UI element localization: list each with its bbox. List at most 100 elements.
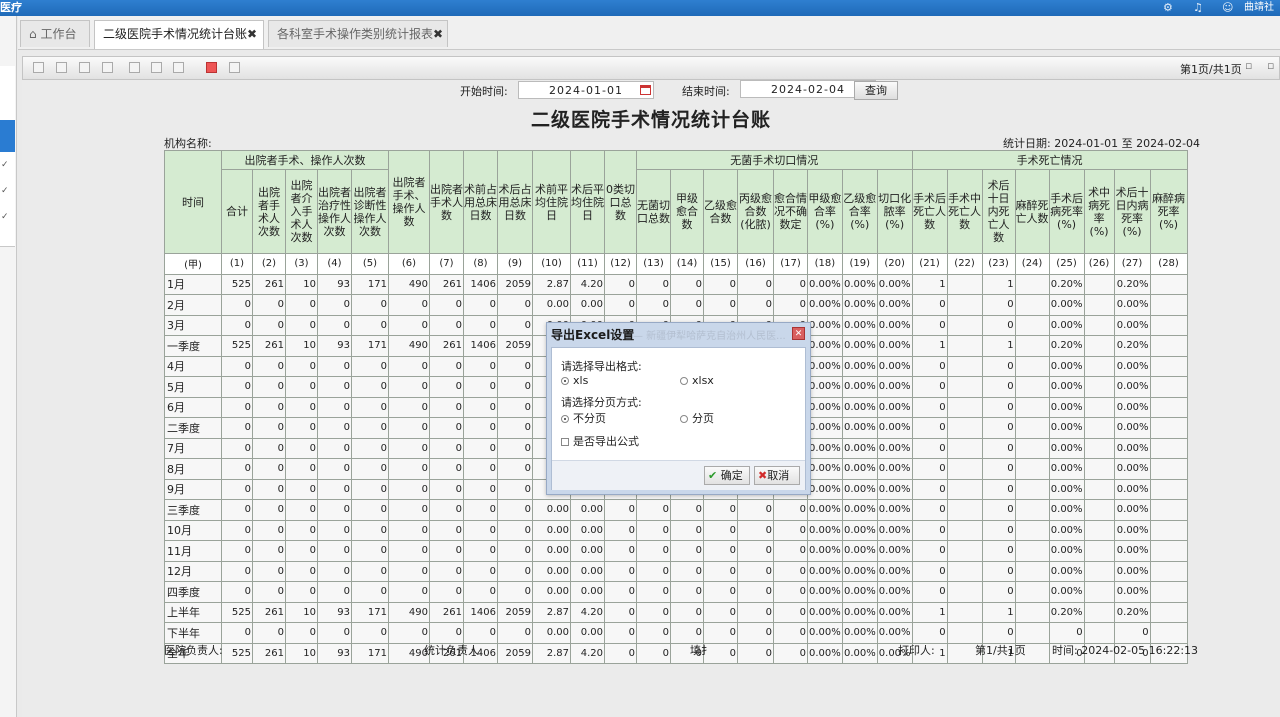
value-cell: 0 (636, 642, 671, 664)
zoom-in-icon[interactable] (129, 62, 140, 73)
value-cell: 0.00 (532, 622, 571, 644)
tab-workbench[interactable]: ⌂ 工作台 (20, 20, 90, 47)
print-icon[interactable] (229, 62, 240, 73)
value-cell: 0.00 (532, 294, 571, 316)
close-icon[interactable]: ✖ (247, 27, 257, 41)
next-page-icon[interactable] (79, 62, 90, 73)
user-icon[interactable]: ☺ (1222, 1, 1233, 15)
value-cell: 0 (252, 560, 286, 582)
minimize-icon[interactable]: ▫ (1245, 59, 1252, 72)
col-header: 手术后死亡人数 (911, 169, 948, 254)
tab-dept-report[interactable]: 各科室手术操作类别统计报表✖ (268, 20, 448, 47)
cancel-button[interactable]: ✖取消 (754, 466, 800, 485)
tab-label: 各科室手术操作类别统计报表 (277, 27, 434, 41)
value-cell: 0 (317, 478, 352, 500)
tab-label: 二级医院手术情况统计台账 (103, 27, 248, 41)
col-header: 出院者介入手术人次数 (285, 169, 318, 254)
value-cell: 0.00% (876, 417, 913, 439)
col-header: 术后十日内病死率(%) (1113, 169, 1151, 254)
col-number: (1) (221, 253, 253, 275)
col-number: (16) (737, 253, 774, 275)
pdf-icon[interactable] (206, 62, 217, 73)
value-cell: 0 (429, 560, 464, 582)
last-page-icon[interactable] (102, 62, 113, 73)
value-cell: 0 (285, 355, 318, 377)
confirm-button[interactable]: ✔ 确定 (704, 466, 750, 485)
value-cell: 0 (463, 437, 498, 459)
sidebar-item-active[interactable] (0, 120, 15, 152)
value-cell: 0.00% (841, 396, 878, 418)
tab-surgery-ledger[interactable]: 二级医院手术情况统计台账✖ (94, 20, 264, 49)
value-cell: 0 (773, 560, 808, 582)
value-cell: 0 (429, 376, 464, 398)
menu-icon[interactable]: ▫ (1267, 59, 1274, 72)
zoom-out-icon[interactable] (151, 62, 162, 73)
col-header: 甲级愈合率(%) (807, 169, 843, 254)
bell-icon[interactable]: ♫ (1193, 1, 1203, 15)
close-icon[interactable]: ✖ (433, 27, 443, 41)
table-row: 2月 0 0 0 0 0 0 0 0 0 0.00 0.00 0 0 0 0 0 0 0.00% 0.00% 0.00%… (164, 294, 1188, 316)
value-cell: 0.00% (841, 581, 878, 603)
value-cell: 0.20% (1113, 273, 1151, 295)
col-header: 术前平均住院日 (532, 150, 571, 254)
format-xls-radio[interactable]: xls (561, 374, 588, 387)
prev-page-icon[interactable] (56, 62, 67, 73)
value-cell: 261 (252, 335, 286, 357)
value-cell: 0 (463, 499, 498, 521)
export-icon[interactable] (173, 62, 184, 73)
value-cell: 0 (221, 458, 253, 480)
value-cell (946, 355, 983, 377)
value-cell: 0 (285, 540, 318, 562)
value-cell: 0.00% (876, 478, 913, 500)
export-formula-checkbox[interactable]: 是否导出公式 (561, 433, 639, 449)
chevron-icon[interactable]: ✓ (1, 160, 9, 170)
value-cell: 0 (388, 396, 430, 418)
value-cell: 0.00% (841, 540, 878, 562)
no-paging-radio[interactable]: 不分页 (561, 410, 606, 426)
value-cell: 171 (351, 642, 389, 664)
value-cell: 0 (497, 294, 533, 316)
calendar-icon[interactable] (640, 85, 651, 95)
value-cell: 0.00% (1048, 560, 1085, 582)
value-cell: 0 (388, 581, 430, 603)
value-cell (1083, 314, 1115, 336)
value-cell: 0 (981, 499, 1016, 521)
query-button[interactable]: 查询 (854, 81, 898, 100)
first-page-icon[interactable] (33, 62, 44, 73)
value-cell: 10 (285, 642, 318, 664)
value-cell: 490 (388, 335, 430, 357)
col-header: 术后占用总床日数 (497, 150, 533, 254)
value-cell: 0 (737, 519, 774, 541)
period-cell: 三季度 (164, 499, 222, 521)
value-cell: 0 (221, 376, 253, 398)
value-cell: 0 (317, 519, 352, 541)
value-cell: 0 (773, 601, 808, 623)
value-cell: 0.00% (807, 560, 843, 582)
close-icon[interactable]: ✕ (792, 327, 805, 340)
value-cell: 0 (636, 294, 671, 316)
value-cell: 0 (773, 581, 808, 603)
value-cell: 0.00 (532, 540, 571, 562)
value-cell: 0 (497, 417, 533, 439)
value-cell: 0 (911, 622, 948, 644)
value-cell: 0 (497, 376, 533, 398)
col-number: (3) (285, 253, 318, 275)
value-cell: 0.00% (807, 355, 843, 377)
value-cell (1149, 314, 1188, 336)
end-time-label: 结束时间: (682, 85, 730, 98)
value-cell: 0.00% (841, 335, 878, 357)
value-cell: 0 (703, 294, 738, 316)
format-xlsx-radio[interactable]: xlsx (680, 374, 714, 387)
settings-icon[interactable]: ⚙ (1163, 1, 1173, 15)
paging-radio[interactable]: 分页 (680, 410, 714, 426)
value-cell: 0 (636, 581, 671, 603)
value-cell: 0 (429, 622, 464, 644)
col-header: 出院者手术人次数 (252, 169, 286, 254)
value-cell: 0.00 (570, 581, 605, 603)
value-cell: 0 (351, 376, 389, 398)
value-cell (946, 458, 983, 480)
value-cell: 0 (221, 519, 253, 541)
start-date-input[interactable]: 2024-01-01 (518, 81, 654, 99)
chevron-icon[interactable]: ✓ (1, 212, 9, 222)
chevron-icon[interactable]: ✓ (1, 186, 9, 196)
